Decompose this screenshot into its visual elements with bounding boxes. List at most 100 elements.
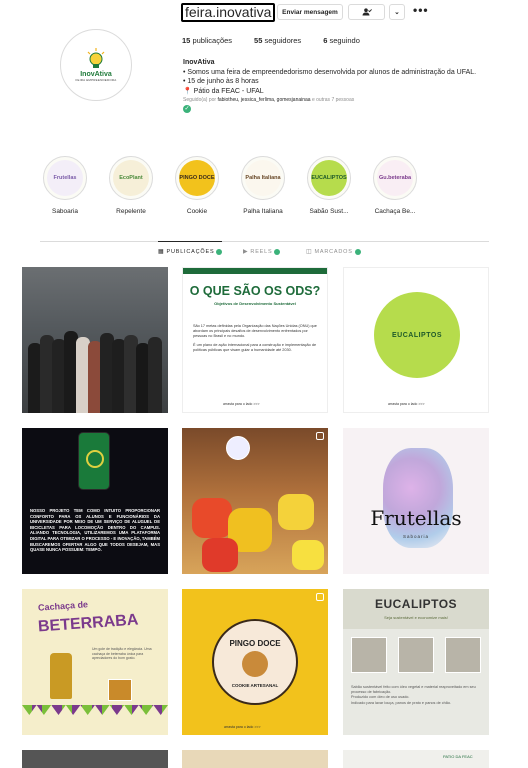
post-ods[interactable]: O QUE SÃO OS ODS? Objetivos de Desenvolv… [182, 267, 328, 413]
ods-paragraph-1: São 17 metas definidas pela Organização … [193, 324, 317, 339]
app-logo-icon [86, 450, 104, 468]
following-stat[interactable]: 6 seguindo [323, 36, 360, 45]
highlight-palha-italiana[interactable]: Palha Italiana Palha Italiana [238, 156, 288, 215]
frutellas-subtitle: Saboaria [402, 534, 429, 539]
jelly-shape [278, 494, 314, 530]
soap-photo [398, 637, 434, 673]
highlight-cover-text: EcoPlant [113, 160, 149, 196]
post-group-photo[interactable] [22, 267, 168, 413]
post-saboaria-eucaliptos[interactable]: EUCALIPTOS arrasta para o lado >>> [343, 267, 489, 413]
pingo-subtitle: COOKIE ARTESANAL [231, 683, 279, 688]
highlight-cover-text: PINGO DOCE [179, 160, 215, 196]
post-peek[interactable]: PATIO DA FEAC [343, 750, 489, 768]
highlight-cover-text: Frutellas [47, 160, 83, 196]
followed-prefix: Seguido(a) por [183, 97, 218, 104]
posts-label: publicações [192, 36, 233, 45]
highlight-saboaria[interactable]: Frutellas Saboaria [40, 156, 90, 215]
eucaliptos-bullets: Sabão sustentável feito com óleo vegetal… [351, 685, 481, 706]
bunting-decoration [22, 705, 168, 715]
more-options-icon[interactable]: ••• [413, 4, 429, 16]
posts-stat[interactable]: 15 publicações [182, 36, 232, 45]
tab-reels[interactable]: ▶ REELS [243, 248, 281, 255]
photo-person [148, 337, 162, 413]
highlight-repelente[interactable]: EcoPlant Repelente [106, 156, 156, 215]
ods-paragraph-2: É um plano de ação internacional para a … [193, 342, 317, 352]
story-highlights: Frutellas Saboaria EcoPlant Repelente PI… [40, 156, 480, 220]
profile-stats: 15 publicações 55 seguidores 6 seguindo [182, 36, 382, 45]
avatar-brand-text: InovAtiva [80, 71, 112, 78]
bottle-image [50, 653, 72, 699]
bio-location: 📍 Pátio da FEAC - UFAL [183, 87, 488, 97]
highlight-cookie[interactable]: PINGO DOCE Cookie [172, 156, 222, 215]
highlight-cover: Gu.beteraba [373, 156, 417, 200]
bicycle-app-text: NOSSO PROJETO TEM COMO INTUITO PROPORCIO… [30, 508, 160, 553]
post-gelatin-photo[interactable] [182, 428, 328, 574]
soap-photo [445, 637, 481, 673]
saboaria-badge: EUCALIPTOS [374, 292, 460, 378]
profile-username: feira.inovativa [181, 3, 276, 22]
suggestions-chevron-button[interactable]: ⌄ [389, 4, 405, 20]
bio-location-text: Pátio da FEAC - UFAL [193, 87, 264, 95]
ods-text: São 17 metas definidas pela Organização … [193, 324, 319, 353]
saboaria-footer: arrasta para o lado >>> [388, 402, 425, 406]
bio-line-2: • 15 de junho às 8 horas [183, 78, 259, 86]
jelly-shape [202, 538, 238, 572]
tab-label: PUBLICAÇÕES [166, 248, 215, 255]
following-button[interactable] [348, 4, 385, 20]
carousel-icon [316, 593, 324, 601]
send-message-button[interactable]: Enviar mensagem [277, 4, 343, 20]
following-count: 6 [323, 36, 328, 45]
avatar-tagline: FEIRA EMPREENDEDORA [75, 78, 117, 82]
reel-icon [316, 432, 324, 440]
eucaliptos-sub-1: Seja sustentável [384, 615, 414, 620]
tab-marcados[interactable]: ◫ MARCADOS [306, 248, 361, 255]
post-bicycle-app[interactable]: NOSSO PROJETO TEM COMO INTUITO PROPORCIO… [22, 428, 168, 574]
verified-check-icon [274, 248, 281, 255]
reels-icon: ▶ [243, 249, 249, 255]
followed-suffix: e outras 7 pessoas [310, 97, 355, 104]
highlight-cover-text: Gu.beteraba [377, 160, 413, 196]
post-frutellas[interactable]: Frutellas Saboaria [343, 428, 489, 574]
user-check-icon [362, 8, 372, 16]
bio-line-1: • Somos uma feira de empreendedorismo de… [183, 68, 477, 76]
highlight-cachaca[interactable]: Gu.beteraba Cachaça Be... [370, 156, 420, 215]
pin-icon: 📍 [183, 87, 192, 95]
highlight-sabao-sustentavel[interactable]: EUCALIPTOS Sabão Sust... [304, 156, 354, 215]
highlight-label: Cookie [186, 208, 208, 215]
posts-count: 15 [182, 36, 191, 45]
eucaliptos-subtitle: Seja sustentável e economize mais! [343, 615, 489, 620]
ods-title: O QUE SÃO OS ODS? [189, 284, 321, 298]
pingo-footer: arrasta para o lado >>> [224, 725, 261, 729]
verified-check-icon [216, 248, 223, 255]
followed-names: fabiotheu, jessica_ferlima, gomesjanaina… [217, 97, 311, 104]
highlight-label: Saboaria [51, 208, 79, 215]
highlight-cover: PINGO DOCE [175, 156, 219, 200]
watercolor-figure [383, 448, 453, 548]
post-cachaca-beterraba[interactable]: Cachaça de BETERRABA Um gole de tradição… [22, 589, 168, 735]
highlight-cover: Palha Italiana [241, 156, 285, 200]
highlight-label: Repelente [116, 208, 146, 215]
phone-mockup [78, 432, 110, 490]
post-pingo-doce[interactable]: PINGO DOCE COOKIE ARTESANAL arrasta para… [182, 589, 328, 735]
tab-label: REELS [250, 248, 273, 255]
eucaliptos-bullet: Indicado para lavar louça, panos de prat… [351, 700, 452, 705]
post-eucaliptos-info[interactable]: EUCALIPTOS Seja sustentável e economize … [343, 589, 489, 735]
followed-by[interactable]: Seguido(a) por fabiotheu, jessica_ferlim… [183, 96, 488, 104]
cachaca-title-1: Cachaça de [37, 599, 89, 613]
post-peek[interactable] [182, 750, 328, 768]
jelly-shape [292, 540, 324, 570]
highlight-cover: EcoPlant [109, 156, 153, 200]
grid-icon: ▦ [158, 249, 165, 255]
profile-avatar[interactable]: InovAtiva FEIRA EMPREENDEDORA [60, 29, 132, 101]
glass-image [108, 679, 132, 701]
tab-label: MARCADOS [314, 248, 353, 255]
product-tag [226, 436, 250, 460]
highlight-label: Cachaça Be... [374, 208, 416, 215]
post-peek[interactable] [22, 750, 168, 768]
profile-tabs: ▦ PUBLICAÇÕES ▶ REELS ◫ MARCADOS [40, 241, 489, 262]
tab-publicacoes[interactable]: ▦ PUBLICAÇÕES [158, 241, 223, 261]
posts-grid: O QUE SÃO OS ODS? Objetivos de Desenvolv… [22, 267, 489, 768]
profile-bio: InovAtiva • Somos uma feira de empreende… [183, 58, 488, 114]
eucaliptos-bullet: Sabão sustentável feito com óleo vegetal… [351, 685, 476, 695]
followers-stat[interactable]: 55 seguidores [254, 36, 301, 45]
